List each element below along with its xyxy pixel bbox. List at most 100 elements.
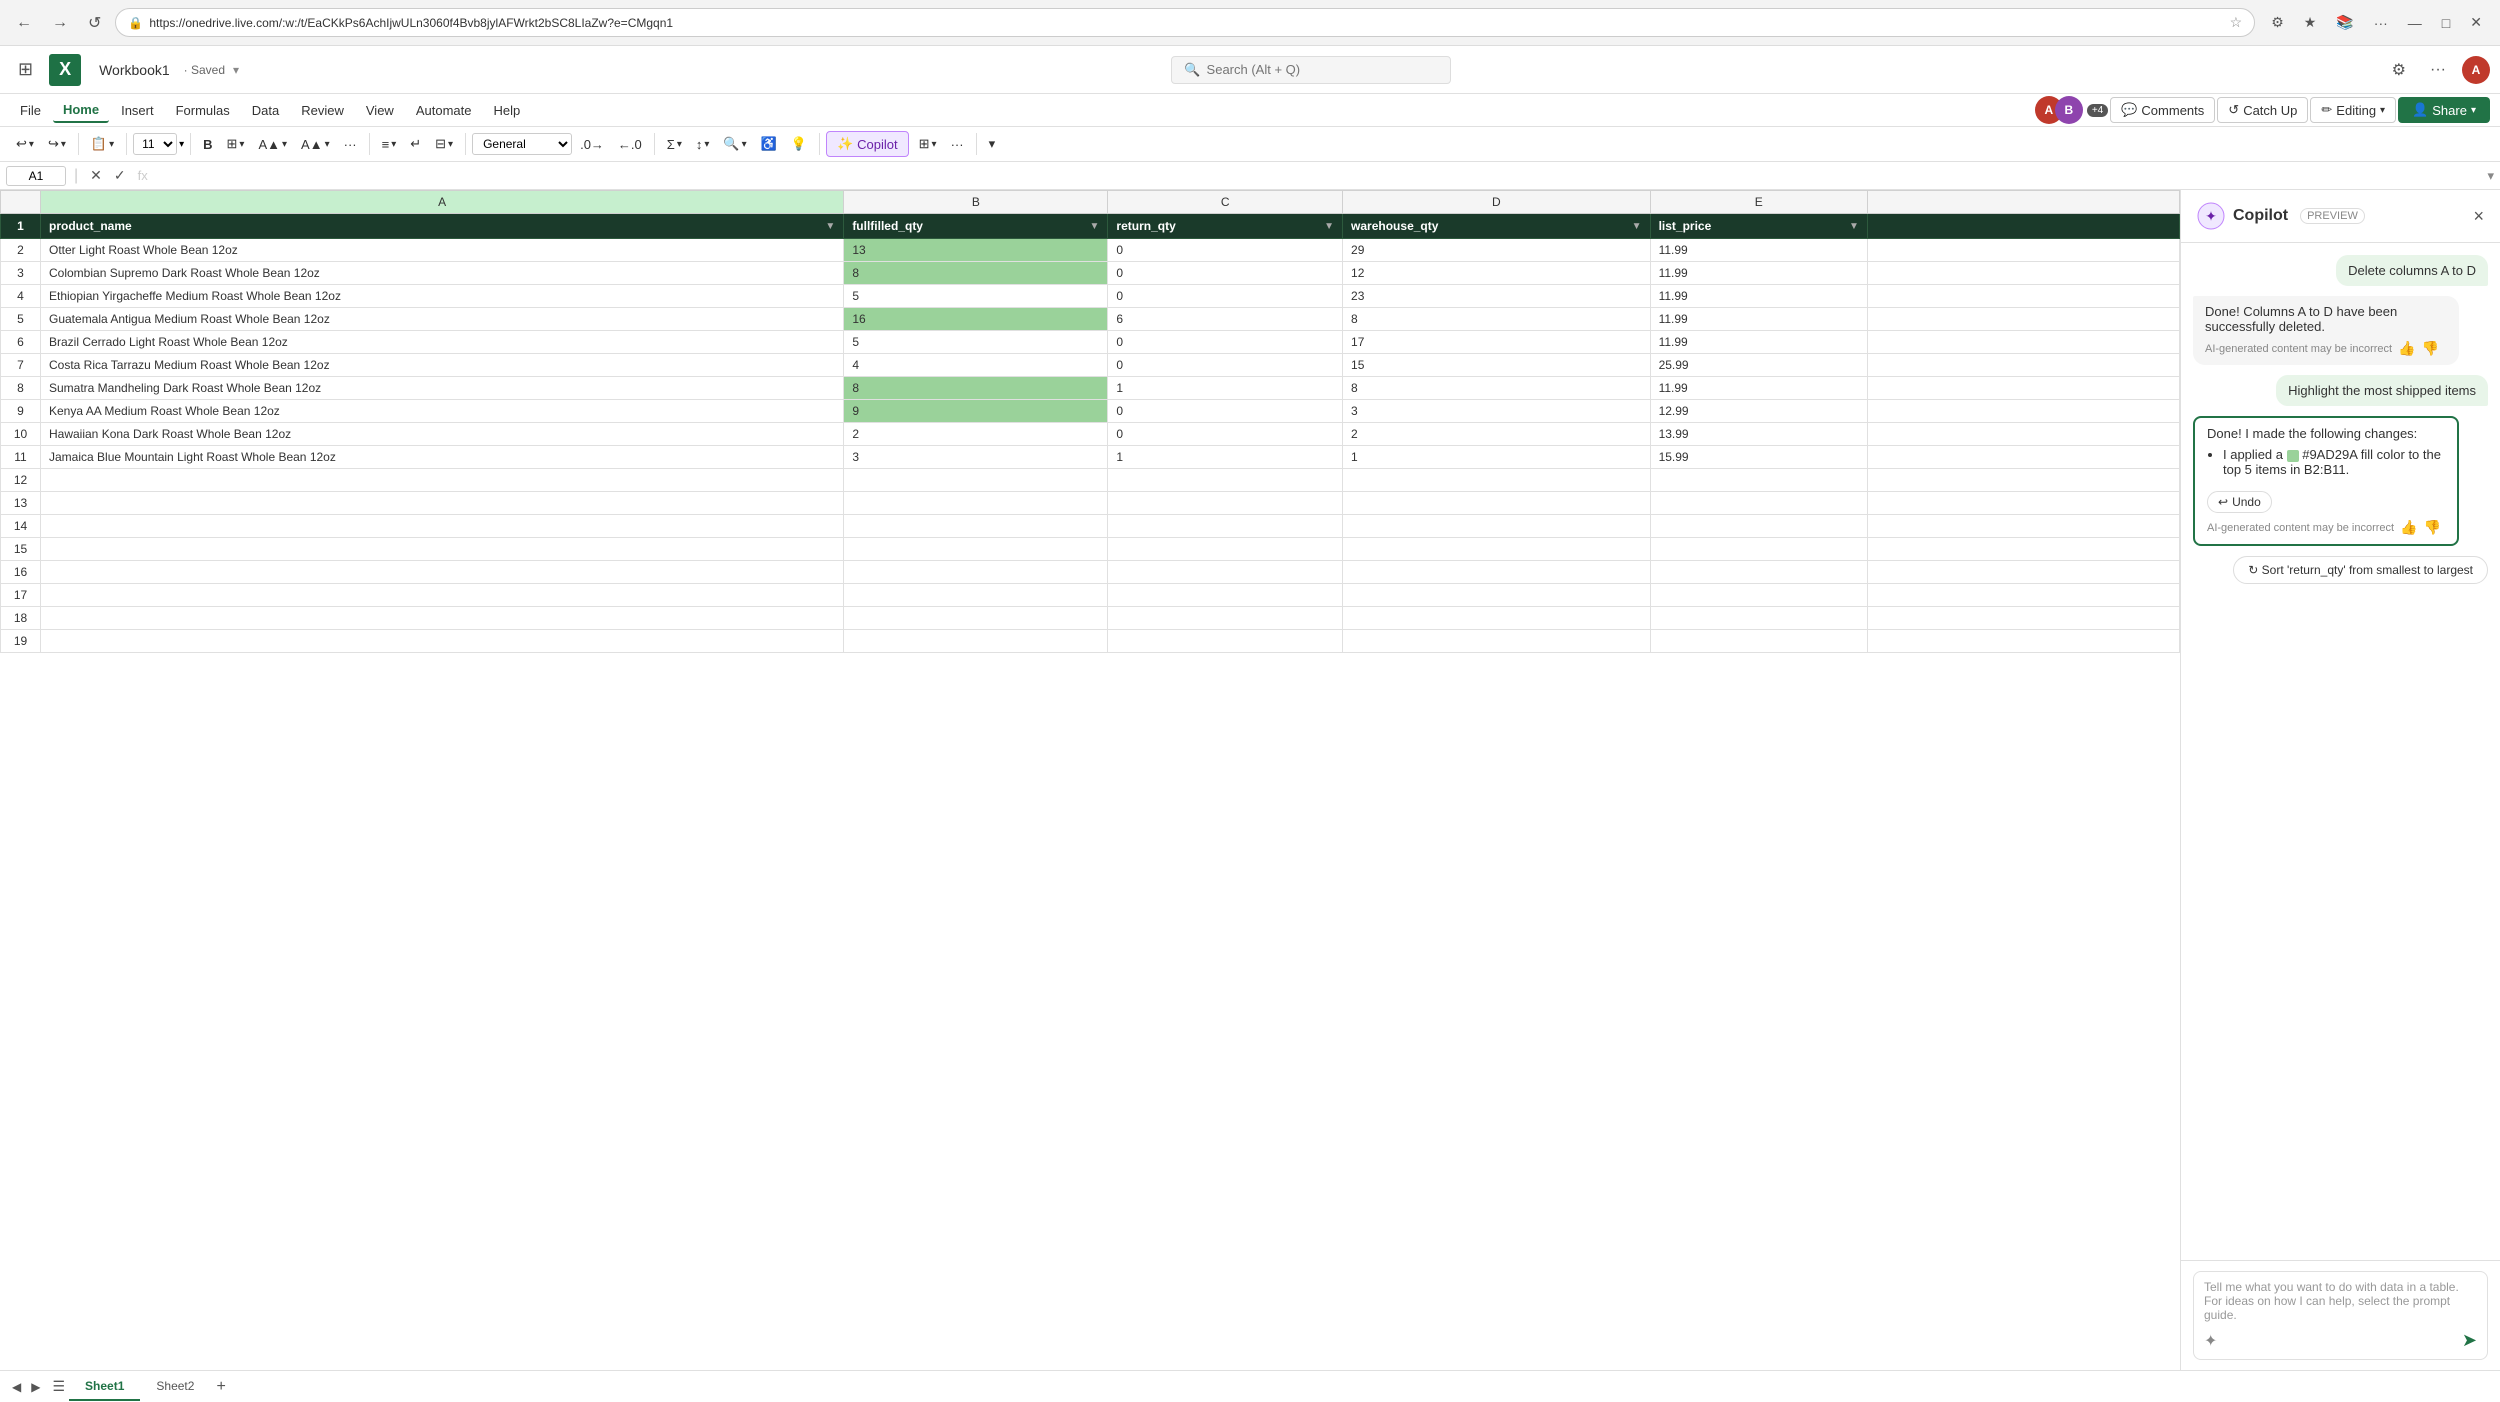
thumbs-up-button-1[interactable]: 👍	[2398, 340, 2415, 357]
sum-button[interactable]: Σ▾	[661, 134, 688, 155]
filter-return-icon[interactable]: ▼	[1324, 221, 1334, 232]
thumbs-down-button-1[interactable]: 👎	[2422, 340, 2439, 357]
cell-B11[interactable]: 3	[844, 446, 1108, 469]
cell-B3[interactable]: 8	[844, 262, 1108, 285]
col-header-C[interactable]: C	[1108, 191, 1343, 214]
cell-A5[interactable]: Guatemala Antigua Medium Roast Whole Bea…	[41, 308, 844, 331]
cell-C12[interactable]	[1108, 469, 1343, 492]
cell-A4[interactable]: Ethiopian Yirgacheffe Medium Roast Whole…	[41, 285, 844, 308]
sheet-tab-sheet2[interactable]: Sheet2	[140, 1373, 210, 1401]
cell-A18[interactable]	[41, 607, 844, 630]
undo-button[interactable]: ↩▾	[10, 133, 40, 155]
cell-F5[interactable]	[1867, 308, 2179, 331]
redo-button[interactable]: ↪▾	[42, 133, 72, 155]
formula-confirm-button[interactable]: ✓	[110, 165, 130, 186]
find-button[interactable]: 🔍▾	[717, 133, 752, 155]
col-product-header[interactable]: product_name ▼	[41, 214, 844, 239]
col-price-header[interactable]: list_price ▼	[1650, 214, 1867, 239]
cell-C7[interactable]: 0	[1108, 354, 1343, 377]
cell-A9[interactable]: Kenya AA Medium Roast Whole Bean 12oz	[41, 400, 844, 423]
cell-E8[interactable]: 11.99	[1650, 377, 1867, 400]
prompt-guide-button[interactable]: ✦	[2204, 1331, 2217, 1351]
back-button[interactable]: ←	[10, 10, 38, 36]
cell-E12[interactable]	[1650, 469, 1867, 492]
cell-C18[interactable]	[1108, 607, 1343, 630]
fill-color-button[interactable]: A▲▾	[252, 134, 293, 155]
cell-B2[interactable]: 13	[844, 239, 1108, 262]
cell-B14[interactable]	[844, 515, 1108, 538]
menu-view[interactable]: View	[356, 99, 404, 122]
cell-A7[interactable]: Costa Rica Tarrazu Medium Roast Whole Be…	[41, 354, 844, 377]
col-header-F[interactable]	[1867, 191, 2179, 214]
filter-product-icon[interactable]: ▼	[825, 221, 835, 232]
number-format-select[interactable]: GeneralNumberCurrency	[472, 133, 572, 155]
cell-F16[interactable]	[1867, 561, 2179, 584]
forward-button[interactable]: →	[46, 10, 74, 36]
cell-B13[interactable]	[844, 492, 1108, 515]
cell-C9[interactable]: 0	[1108, 400, 1343, 423]
cell-A3[interactable]: Colombian Supremo Dark Roast Whole Bean …	[41, 262, 844, 285]
accessibility-button[interactable]: ♿	[755, 133, 783, 155]
cell-D13[interactable]	[1343, 492, 1651, 515]
filter-warehouse-icon[interactable]: ▼	[1632, 221, 1642, 232]
sheet-nav-right-button[interactable]: ▶	[27, 1378, 44, 1396]
col-header-E[interactable]: E	[1650, 191, 1867, 214]
cell-F13[interactable]	[1867, 492, 2179, 515]
undo-highlight-button[interactable]: ↩ Undo	[2207, 491, 2272, 513]
cell-A16[interactable]	[41, 561, 844, 584]
col-warehouse-header[interactable]: warehouse_qty ▼	[1343, 214, 1651, 239]
cell-D3[interactable]: 12	[1343, 262, 1651, 285]
cell-E15[interactable]	[1650, 538, 1867, 561]
formula-expand-icon[interactable]: ▾	[2487, 168, 2494, 184]
cell-E17[interactable]	[1650, 584, 1867, 607]
filter-price-icon[interactable]: ▼	[1849, 221, 1859, 232]
menu-help[interactable]: Help	[483, 99, 530, 122]
cell-F7[interactable]	[1867, 354, 2179, 377]
thumbs-down-button-2[interactable]: 👎	[2424, 519, 2441, 536]
cell-E2[interactable]: 11.99	[1650, 239, 1867, 262]
more-button[interactable]: ···	[2366, 11, 2396, 35]
cell-E10[interactable]: 13.99	[1650, 423, 1867, 446]
cell-B19[interactable]	[844, 630, 1108, 653]
cell-D11[interactable]: 1	[1343, 446, 1651, 469]
search-input[interactable]	[1207, 62, 1407, 77]
cell-C4[interactable]: 0	[1108, 285, 1343, 308]
cell-D18[interactable]	[1343, 607, 1651, 630]
settings-button[interactable]: ⚙	[2384, 56, 2414, 84]
copilot-toolbar-button[interactable]: ✨ Copilot	[826, 131, 909, 157]
cell-F17[interactable]	[1867, 584, 2179, 607]
cell-E4[interactable]: 11.99	[1650, 285, 1867, 308]
toolbar-expand-button[interactable]: ▾	[983, 133, 1002, 155]
bold-button[interactable]: B	[197, 134, 218, 155]
cell-E6[interactable]: 11.99	[1650, 331, 1867, 354]
col-return-header[interactable]: return_qty ▼	[1108, 214, 1343, 239]
cell-C11[interactable]: 1	[1108, 446, 1343, 469]
cell-D7[interactable]: 15	[1343, 354, 1651, 377]
col-fulfilled-header[interactable]: fullfilled_qty ▼	[844, 214, 1108, 239]
cell-B5[interactable]: 16	[844, 308, 1108, 331]
col-header-A[interactable]: A	[41, 191, 844, 214]
more-format-button[interactable]: ···	[338, 134, 363, 155]
filter-fulfilled-icon[interactable]: ▼	[1090, 221, 1100, 232]
maximize-button[interactable]: □	[2434, 11, 2458, 35]
sheet-menu-button[interactable]: ☰	[52, 1378, 65, 1395]
cell-D19[interactable]	[1343, 630, 1651, 653]
cell-C2[interactable]: 0	[1108, 239, 1343, 262]
minimize-button[interactable]: —	[2400, 11, 2430, 35]
favorites-button[interactable]: ★	[2296, 10, 2325, 35]
cell-C14[interactable]	[1108, 515, 1343, 538]
cell-E9[interactable]: 12.99	[1650, 400, 1867, 423]
cell-E7[interactable]: 25.99	[1650, 354, 1867, 377]
cell-D4[interactable]: 23	[1343, 285, 1651, 308]
cell-F14[interactable]	[1867, 515, 2179, 538]
sheet-nav-left-button[interactable]: ◀	[8, 1378, 25, 1396]
cell-C6[interactable]: 0	[1108, 331, 1343, 354]
copilot-close-button[interactable]: ×	[2473, 206, 2484, 227]
suggestion-pill-button[interactable]: ↻ Sort 'return_qty' from smallest to lar…	[2233, 556, 2488, 584]
menu-file[interactable]: File	[10, 99, 51, 122]
editing-button[interactable]: ✏ Editing ▾	[2310, 97, 2396, 123]
cell-A2[interactable]: Otter Light Roast Whole Bean 12oz	[41, 239, 844, 262]
cell-B12[interactable]	[844, 469, 1108, 492]
align-button[interactable]: ≡▾	[376, 134, 403, 155]
col-header-D[interactable]: D	[1343, 191, 1651, 214]
